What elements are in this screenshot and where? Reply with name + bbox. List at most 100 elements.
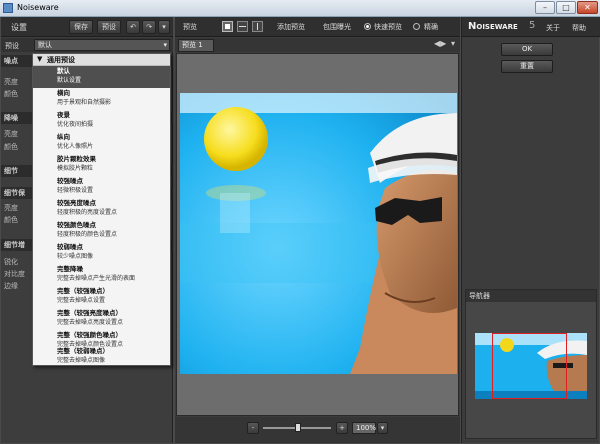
- about-link[interactable]: 关于: [546, 23, 560, 33]
- preset-item-name: 横向: [57, 89, 70, 97]
- zoom-out-button[interactable]: -: [247, 422, 259, 434]
- preset-item-desc: 完整去掉噪点产生光滑的表面: [57, 275, 136, 282]
- protect-luminance-label: 亮度: [4, 204, 18, 212]
- preset-item-name: 夜景: [57, 111, 70, 119]
- preset-item-strong-color-noise[interactable]: 较强颜色噪点 轻度积极的颜色设置点: [33, 220, 170, 242]
- maximize-button[interactable]: □: [556, 1, 576, 14]
- preview-toolbar: 预览 添加预览 包围曝光 快速预览 精确: [175, 17, 460, 37]
- portrait-photo-image: [180, 93, 457, 374]
- preset-item-desc: 较少噪点图像: [57, 253, 94, 260]
- preview-panel: 预览 添加预览 包围曝光 快速预览 精确 预览 1 ◀▶ ▾ - + 100% …: [175, 17, 460, 443]
- collapse-triangle-icon: ▼: [37, 55, 43, 63]
- preview-tab-bar: 预览 1 ◀▶ ▾: [175, 38, 460, 52]
- preset-item-name: 完整（较强亮度噪点）: [57, 309, 122, 317]
- tab-menu-icon[interactable]: ▾: [451, 39, 455, 48]
- navigator-thumbnail[interactable]: [475, 333, 587, 399]
- tab-preview-1[interactable]: 预览 1: [178, 39, 214, 52]
- preset-item-night[interactable]: 夜景 优化夜间拍摄: [33, 110, 170, 132]
- noise-color-label: 颜色: [4, 90, 18, 98]
- brand-version: 5: [529, 20, 536, 31]
- preset-item-full-weak-noise[interactable]: 完整（较弱噪点） 完整去掉噪点图像: [33, 346, 170, 366]
- preset-select[interactable]: 默认 ▾: [34, 39, 170, 51]
- preset-row: 预设 默认 ▾: [1, 38, 173, 52]
- preset-item-desc: 优化人像照片: [57, 143, 94, 150]
- preview-canvas[interactable]: [176, 53, 459, 416]
- window-title: Noiseware: [17, 3, 59, 12]
- save-button[interactable]: 保存: [69, 20, 93, 34]
- preset-item-name: 胶片颗粒效果: [57, 155, 96, 163]
- redo-button[interactable]: ↷: [142, 20, 156, 34]
- clipping-button[interactable]: 包围曝光: [323, 22, 351, 32]
- tab-scroll-arrows[interactable]: ◀▶: [434, 39, 446, 48]
- preset-item-desc: 优化夜间拍摄: [57, 121, 94, 128]
- zoom-bar: - + 100% ▾: [175, 417, 460, 443]
- close-button[interactable]: ✕: [577, 1, 598, 14]
- noise-luminance-label: 亮度: [4, 78, 18, 86]
- preset-item-name: 较弱噪点: [57, 243, 83, 251]
- split-horizontal-icon[interactable]: [237, 21, 248, 32]
- accurate-radio[interactable]: [413, 23, 420, 30]
- preset-item-name: 完整（较强噪点）: [57, 287, 109, 295]
- accurate-label: 精确: [424, 23, 438, 31]
- app-icon: [3, 3, 13, 13]
- preset-item-desc: 轻度积极的颜色设置点: [57, 231, 118, 238]
- brand-header: Noiseware 5 关于 帮助: [462, 17, 600, 37]
- preset-label: 预设: [5, 42, 19, 50]
- preset-item-full-strong-luminance[interactable]: 完整（较强亮度噪点） 完整去掉噪点亮度设置点: [33, 308, 170, 330]
- settings-menu-button[interactable]: ▾: [158, 20, 170, 34]
- split-vertical-icon[interactable]: [252, 21, 263, 32]
- preset-item-desc: 轻度积极的亮度设置点: [57, 209, 118, 216]
- help-link[interactable]: 帮助: [572, 23, 586, 33]
- preset-item-name: 完整降噪: [57, 265, 83, 273]
- preset-item-name: 完整（较强颜色噪点）: [57, 331, 122, 339]
- preset-item-desc: 用于景观和自然摄影: [57, 99, 112, 106]
- ok-button[interactable]: OK: [501, 43, 553, 56]
- preset-item-desc: 完整去掉噪点亮度设置点: [57, 319, 124, 326]
- navigator-viewport-rect[interactable]: [492, 333, 567, 399]
- edge-label: 边缘: [4, 282, 18, 290]
- preset-dropdown-list: ▼ 通用预设 默认 默认设置 横向 用于景观和自然摄影 夜景 优化夜间拍摄 纵向…: [32, 53, 171, 366]
- settings-header: 设置 保存 预设 ↶ ↷ ▾: [1, 17, 173, 37]
- preset-group-label: 通用预设: [47, 56, 75, 64]
- reset-button[interactable]: 重置: [501, 60, 553, 73]
- zoom-in-button[interactable]: +: [336, 422, 348, 434]
- denoise-color-label: 颜色: [4, 143, 18, 151]
- preset-button[interactable]: 预设: [97, 20, 121, 34]
- denoise-luminance-label: 亮度: [4, 130, 18, 138]
- add-preview-button[interactable]: 添加预览: [277, 22, 305, 32]
- navigator-title: 导航器: [466, 290, 596, 302]
- preset-item-full-strong-noise[interactable]: 完整（较强噪点） 完整去掉噪点设置: [33, 286, 170, 308]
- preset-item-name: 较强颜色噪点: [57, 221, 96, 229]
- preset-item-default[interactable]: 默认 默认设置: [33, 66, 170, 88]
- preset-item-desc: 轻微积极设置: [57, 187, 94, 194]
- title-bar: Noiseware – □ ✕: [0, 0, 600, 17]
- right-panel: Noiseware 5 关于 帮助 OK 重置 导航器: [461, 17, 600, 443]
- preset-item-desc: 完整去掉噪点图像: [57, 357, 106, 364]
- preset-item-desc: 默认设置: [57, 77, 82, 84]
- preset-group-header[interactable]: ▼ 通用预设: [33, 54, 170, 66]
- contrast-label: 对比度: [4, 270, 25, 278]
- zoom-level-field[interactable]: 100%: [352, 422, 376, 434]
- preset-item-film-grain[interactable]: 胶片颗粒效果 模拟胶片颗粒: [33, 154, 170, 176]
- preset-item-desc: 完整去掉噪点设置: [57, 297, 106, 304]
- navigator-panel: 导航器: [465, 289, 597, 439]
- preset-item-strong-luminance-noise[interactable]: 较强亮度噪点 轻度积极的亮度设置点: [33, 198, 170, 220]
- preset-item-portrait[interactable]: 纵向 优化人像照片: [33, 132, 170, 154]
- fast-preview-label: 快速预览: [374, 23, 402, 31]
- single-view-icon[interactable]: [222, 21, 233, 32]
- preset-item-name: 默认: [57, 67, 70, 75]
- preset-item-full-denoise[interactable]: 完整降噪 完整去掉噪点产生光滑的表面: [33, 264, 170, 286]
- undo-button[interactable]: ↶: [126, 20, 140, 34]
- minimize-button[interactable]: –: [535, 1, 555, 14]
- settings-title: 设置: [11, 23, 27, 32]
- zoom-slider-handle[interactable]: [295, 423, 301, 432]
- zoom-dropdown-button[interactable]: ▾: [377, 422, 388, 434]
- preset-item-name: 完整（较弱噪点）: [57, 347, 109, 355]
- fast-preview-radio[interactable]: [364, 23, 371, 30]
- preset-item-weak-noise[interactable]: 较弱噪点 较少噪点图像: [33, 242, 170, 264]
- preset-item-strong-noise[interactable]: 较强噪点 轻微积极设置: [33, 176, 170, 198]
- preset-value: 默认: [38, 41, 52, 49]
- chevron-down-icon: ▾: [163, 41, 167, 49]
- preset-item-landscape[interactable]: 横向 用于景观和自然摄影: [33, 88, 170, 110]
- sharpen-label: 锐化: [4, 258, 18, 266]
